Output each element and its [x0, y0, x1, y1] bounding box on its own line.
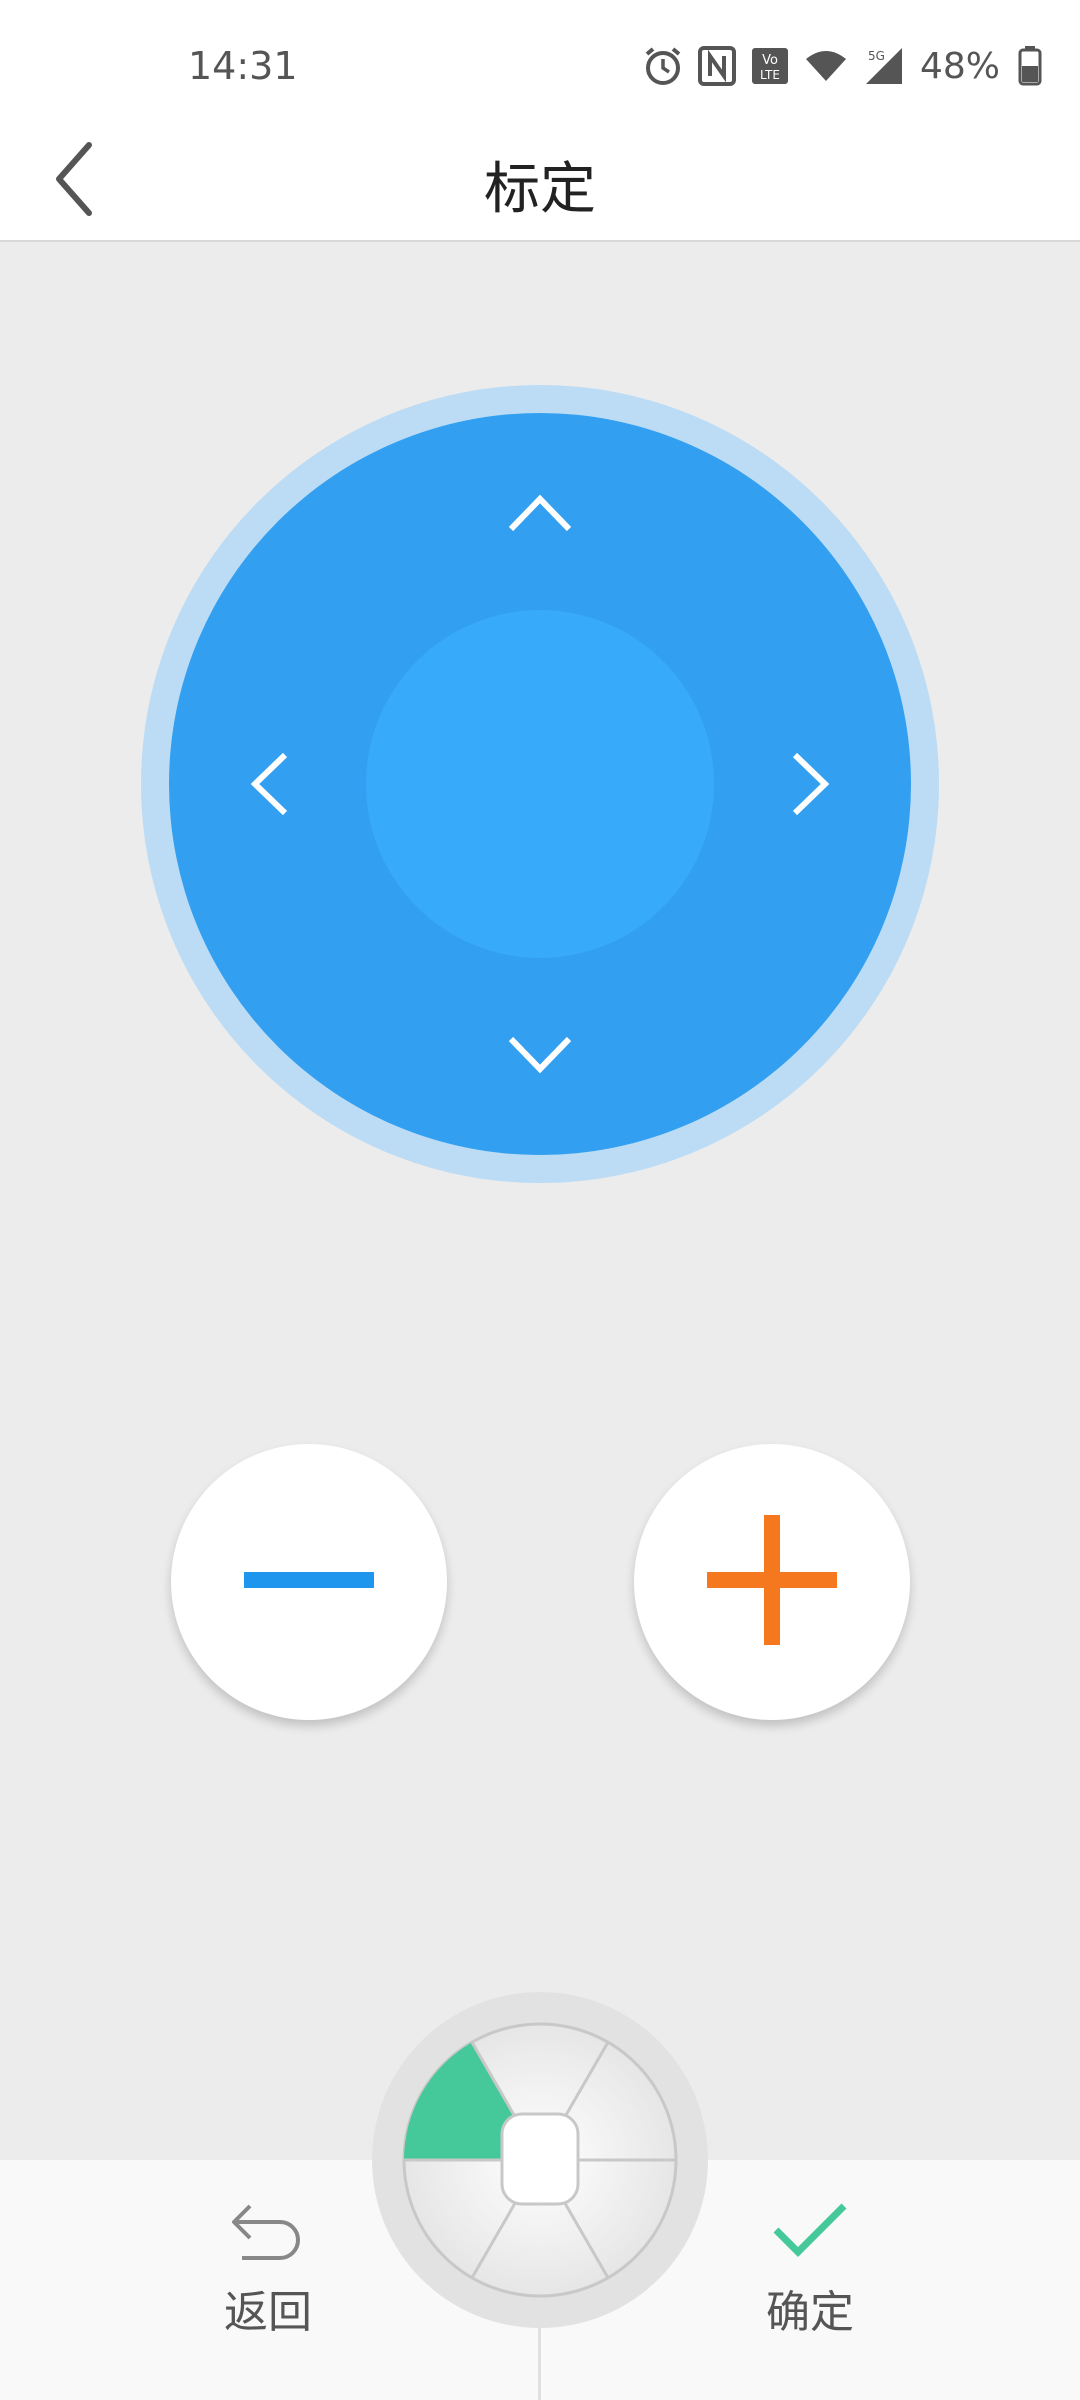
page-title: 标定	[484, 157, 596, 222]
undo-arrow-icon	[228, 2200, 308, 2268]
plus-icon	[707, 1515, 837, 1649]
dpad-center-button[interactable]	[366, 610, 714, 958]
dpad-left-button[interactable]	[224, 741, 314, 831]
increase-button[interactable]	[634, 1444, 910, 1720]
chevron-up-icon	[507, 493, 573, 537]
decrease-button[interactable]	[171, 1444, 447, 1720]
minus-icon	[244, 1570, 374, 1594]
svg-text:5G: 5G	[868, 49, 885, 63]
status-bar: 14:31 Vo LTE 5G 48%	[0, 0, 1080, 130]
dpad-down-button[interactable]	[495, 1012, 585, 1102]
chevron-right-icon	[791, 751, 831, 821]
status-icons: Vo LTE 5G 48%	[642, 36, 1042, 96]
svg-text:Vo: Vo	[762, 53, 778, 68]
svg-text:LTE: LTE	[760, 68, 780, 82]
wifi-icon	[804, 47, 848, 85]
chevron-down-icon	[507, 1035, 573, 1079]
battery-icon	[1018, 46, 1042, 86]
alarm-icon	[642, 45, 684, 87]
control-wheel[interactable]	[372, 1992, 708, 2328]
nfc-icon	[697, 46, 736, 86]
status-time: 14:31	[188, 44, 298, 88]
bottom-back-button[interactable]: 返回	[158, 2200, 378, 2340]
chevron-left-icon	[249, 751, 289, 821]
volte-icon: Vo LTE	[750, 46, 790, 86]
header-bar: 标定	[0, 130, 1080, 242]
dpad-right-button[interactable]	[766, 741, 856, 831]
dpad-up-button[interactable]	[495, 470, 585, 560]
battery-text: 48%	[919, 45, 1000, 87]
back-label: 返回	[224, 2287, 312, 2338]
5g-signal-icon: 5G	[862, 46, 906, 86]
bottom-confirm-button[interactable]: 确定	[700, 2200, 920, 2340]
confirm-label: 确定	[766, 2287, 854, 2338]
check-icon	[770, 2200, 850, 2268]
